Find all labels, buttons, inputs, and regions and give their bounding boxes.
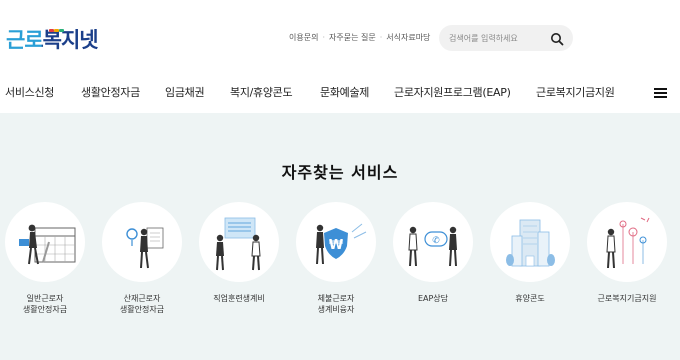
site-header: 근로복지넷 이용문의 · 자주묻는 질문 · 서식자료마당	[0, 0, 680, 70]
nav-item-art-festival[interactable]: 문화예술제	[320, 84, 369, 100]
won-shield-icon: ₩	[296, 202, 376, 282]
nav-item-eap[interactable]: 근로자지원프로그램(EAP)	[394, 84, 511, 100]
main-content: 자주찾는 서비스 일반근로자 생활안정자금 산재근로자 생활안정자금 직업훈련생…	[0, 113, 680, 360]
service-card-condo[interactable]: 휴양콘도	[490, 202, 570, 304]
service-label: 근로복지기금지원	[597, 294, 657, 303]
nav-item-welfare-fund[interactable]: 근로복지기금지원	[536, 84, 615, 100]
service-label: 산재근로자 생활안정자금	[119, 294, 165, 314]
util-link-faq[interactable]: 자주묻는 질문	[329, 32, 376, 43]
service-label: EAP상담	[417, 294, 449, 303]
worker-idea-icon	[102, 202, 182, 282]
condo-building-icon	[490, 202, 570, 282]
util-separator: ·	[322, 33, 325, 42]
search-input[interactable]	[449, 30, 549, 46]
nav-item-welfare-condo[interactable]: 복지/휴양콘도	[230, 84, 293, 100]
service-label: 휴양콘도	[515, 294, 545, 303]
service-card-injured-living-fund[interactable]: 산재근로자 생활안정자금	[102, 202, 182, 315]
nav-item-service-apply[interactable]: 서비스신청	[5, 84, 54, 100]
service-label: 일반근로자 생활안정자금	[22, 294, 68, 314]
svg-text:₩: ₩	[329, 238, 344, 253]
service-card-general-living-fund[interactable]: 일반근로자 생활안정자금	[5, 202, 85, 315]
service-card-unpaid-loan[interactable]: ₩ 체불근로자 생계비융자	[296, 202, 376, 315]
section-title: 자주찾는 서비스	[281, 163, 399, 182]
nav-item-living-fund[interactable]: 생활안정자금	[81, 84, 140, 100]
service-label: 직업훈련생계비	[213, 294, 265, 303]
service-card-welfare-fund[interactable]: 근로복지기금지원	[587, 202, 667, 304]
service-card-eap-counsel[interactable]: ✆ EAP상담	[393, 202, 473, 304]
worker-calendar-icon	[5, 202, 85, 282]
phone-counsel-icon: ✆	[393, 202, 473, 282]
site-logo[interactable]: 근로복지넷	[6, 24, 99, 54]
util-separator: ·	[379, 33, 383, 42]
hamburger-menu-icon[interactable]	[654, 88, 667, 99]
service-card-job-training[interactable]: 직업훈련생계비	[199, 202, 279, 304]
search-box	[439, 25, 573, 51]
training-board-icon	[199, 202, 279, 282]
util-link-forms[interactable]: 서식자료마당	[386, 32, 430, 43]
nav-item-wage-claim[interactable]: 임금채권	[165, 84, 205, 100]
search-icon[interactable]	[550, 31, 564, 46]
util-link-inquiry[interactable]: 이용문의	[289, 32, 318, 43]
fund-support-icon	[587, 202, 667, 282]
service-label: 체불근로자 생계비융자	[317, 294, 355, 314]
svg-text:✆: ✆	[432, 236, 440, 246]
main-nav: 서비스신청 생활안정자금 임금채권 복지/휴양콘도 문화예술제 근로자지원프로그…	[0, 70, 680, 112]
utility-links: 이용문의 · 자주묻는 질문 · 서식자료마당	[289, 32, 430, 43]
